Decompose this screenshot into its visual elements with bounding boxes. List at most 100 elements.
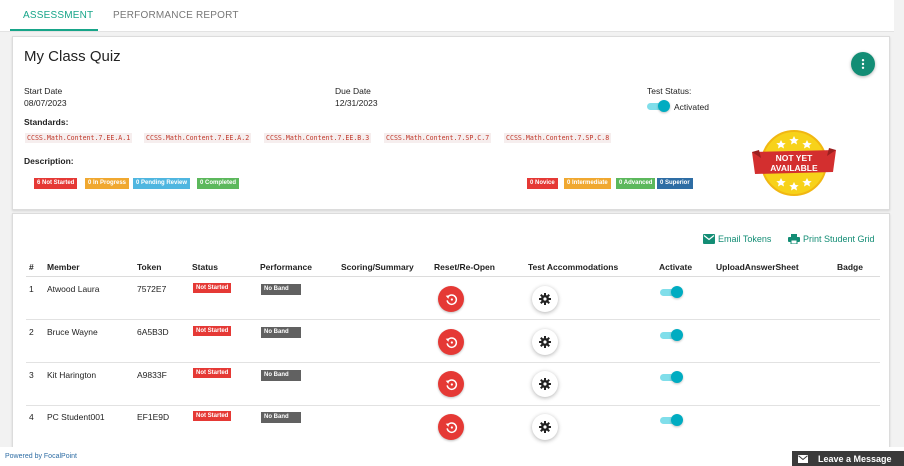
column-header-activate: Activate — [659, 262, 693, 272]
powered-by-link[interactable]: Powered by FocalPoint — [5, 453, 77, 460]
not-started-count-chip: 6 Not Started — [34, 178, 78, 189]
standard-tag: CCSS.Math.Content.7.SP.C.7 — [384, 133, 492, 143]
standard-tag: CCSS.Math.Content.7.EE.A.1 — [25, 133, 133, 143]
column-header-member: Member — [47, 262, 80, 272]
start-date-label: Start Date — [24, 86, 63, 96]
member-name: Bruce Wayne — [47, 327, 98, 337]
more-vert-icon — [861, 59, 865, 69]
gear-icon — [539, 293, 551, 305]
token-value: EF1E9D — [137, 412, 170, 422]
tab-bar: ASSESSMENT PERFORMANCE REPORT — [0, 0, 894, 32]
mail-icon — [703, 234, 715, 244]
restore-icon — [445, 293, 457, 305]
start-date-value: 08/07/2023 — [24, 98, 67, 108]
restore-icon — [445, 378, 457, 390]
activate-toggle[interactable] — [660, 286, 683, 298]
badge-line1: NOT YET — [775, 153, 813, 163]
column-header-token: Token — [137, 262, 162, 272]
in-progress-count-chip: 0 In Progress — [85, 178, 130, 189]
due-date-label: Due Date — [335, 86, 371, 96]
column-header-number: # — [29, 262, 34, 272]
reset-reopen-button[interactable] — [438, 329, 464, 355]
leave-message-button[interactable]: Leave a Message — [792, 451, 904, 466]
column-header-reset-reopen: Reset/Re-Open — [434, 262, 495, 272]
quiz-info-card: My Class Quiz Start Date 08/07/2023 Due … — [12, 36, 890, 210]
novice-count-chip: 0 Novice — [527, 178, 558, 189]
performance-badge: No Band — [261, 370, 301, 381]
toggle-knob — [671, 414, 683, 426]
mail-icon — [798, 454, 808, 463]
test-accommodations-button[interactable] — [532, 286, 558, 312]
not-yet-available-badge: NOT YET AVAILABLE — [749, 128, 839, 198]
row-divider — [26, 362, 880, 363]
toggle-knob — [671, 329, 683, 341]
standards-label: Standards: — [24, 117, 69, 127]
print-icon — [788, 234, 800, 244]
standard-tag: CCSS.Math.Content.7.SP.C.8 — [504, 133, 612, 143]
advanced-count-chip: 0 Advanced — [616, 178, 656, 189]
page-title: My Class Quiz — [24, 48, 121, 65]
standard-tag: CCSS.Math.Content.7.EE.B.3 — [264, 133, 372, 143]
pending-review-count-chip: 0 Pending Review — [133, 178, 191, 189]
print-student-grid-label: Print Student Grid — [803, 234, 875, 244]
performance-badge: No Band — [261, 412, 301, 423]
toggle-knob — [671, 371, 683, 383]
print-student-grid-button[interactable]: Print Student Grid — [788, 234, 875, 244]
active-tab-indicator — [10, 29, 98, 31]
toggle-knob — [658, 100, 670, 112]
column-header-scoring-summary: Scoring/Summary — [341, 262, 414, 272]
member-name: Kit Harington — [47, 370, 97, 380]
test-status-toggle[interactable] — [647, 100, 670, 112]
completed-count-chip: 0 Completed — [197, 178, 240, 189]
leave-message-label: Leave a Message — [818, 453, 892, 464]
email-tokens-label: Email Tokens — [718, 234, 772, 244]
gear-icon — [539, 421, 551, 433]
superior-count-chip: 0 Superior — [657, 178, 693, 189]
intermediate-count-chip: 0 Intermediate — [564, 178, 611, 189]
reset-reopen-button[interactable] — [438, 371, 464, 397]
token-value: 6A5B3D — [137, 327, 169, 337]
standard-tag: CCSS.Math.Content.7.EE.A.2 — [144, 133, 252, 143]
status-badge: Not Started — [193, 283, 232, 293]
status-badge: Not Started — [193, 368, 232, 378]
reset-reopen-button[interactable] — [438, 286, 464, 312]
test-status-value: Activated — [674, 102, 709, 112]
header-divider — [26, 276, 880, 277]
column-header-performance: Performance — [260, 262, 312, 272]
gear-icon — [539, 336, 551, 348]
footer: Powered by FocalPoint Leave a Message — [0, 447, 904, 466]
column-header-test-accommodations: Test Accommodations — [528, 262, 619, 272]
test-accommodations-button[interactable] — [532, 329, 558, 355]
test-status-label: Test Status: — [647, 86, 692, 96]
activate-toggle[interactable] — [660, 329, 683, 341]
reset-reopen-button[interactable] — [438, 414, 464, 440]
performance-badge: No Band — [261, 327, 301, 338]
activate-toggle[interactable] — [660, 414, 683, 426]
row-number: 2 — [29, 327, 34, 337]
status-badge: Not Started — [193, 326, 232, 336]
student-grid-card: Email Tokens Print Student Grid # Member… — [12, 213, 890, 447]
badge-line2: AVAILABLE — [770, 163, 818, 173]
email-tokens-button[interactable]: Email Tokens — [703, 234, 771, 244]
restore-icon — [445, 421, 457, 433]
test-accommodations-button[interactable] — [532, 371, 558, 397]
column-header-badge: Badge — [837, 262, 863, 272]
activate-toggle[interactable] — [660, 371, 683, 383]
more-options-button[interactable] — [851, 52, 875, 76]
row-divider — [26, 405, 880, 406]
description-label: Description: — [24, 156, 74, 166]
member-name: Atwood Laura — [47, 284, 100, 294]
tab-performance-report[interactable]: PERFORMANCE REPORT — [113, 10, 239, 21]
status-badge: Not Started — [193, 411, 232, 421]
restore-icon — [445, 336, 457, 348]
due-date-value: 12/31/2023 — [335, 98, 378, 108]
test-accommodations-button[interactable] — [532, 414, 558, 440]
row-divider — [26, 319, 880, 320]
tab-assessment[interactable]: ASSESSMENT — [23, 10, 93, 21]
member-name: PC Student001 — [47, 412, 105, 422]
row-number: 3 — [29, 370, 34, 380]
row-number: 1 — [29, 284, 34, 294]
row-number: 4 — [29, 412, 34, 422]
token-value: A9833F — [137, 370, 167, 380]
token-value: 7572E7 — [137, 284, 167, 294]
